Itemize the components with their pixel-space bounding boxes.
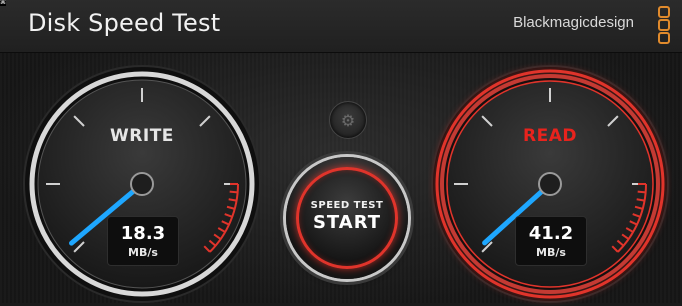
write-label: WRITE [110, 126, 174, 146]
read-label: READ [523, 126, 577, 146]
read-unit: MB/s [536, 246, 566, 259]
app-title: Disk Speed Test [28, 9, 221, 37]
window-menu-icon[interactable]: ⌘ [0, 0, 6, 6]
brand-logo-icon [658, 6, 672, 44]
read-value: 41.2 [528, 223, 574, 244]
read-hub [538, 172, 562, 196]
write-hub [130, 172, 154, 196]
start-button-ring[interactable]: SPEED TEST START [296, 167, 398, 269]
write-value: 18.3 [120, 223, 166, 244]
start-button[interactable]: SPEED TEST START [286, 157, 408, 279]
write-redzone-tick [229, 190, 238, 194]
write-gauge: WRITE 18.3 MB/s [20, 62, 264, 306]
start-button-label: START [312, 212, 382, 233]
read-readout: 41.2 MB/s [515, 216, 587, 266]
read-dial [431, 65, 669, 303]
read-redzone-tick [636, 198, 645, 202]
read-redzone-tick [637, 190, 646, 194]
gear-icon: ⚙ [340, 110, 356, 130]
title-bar: ⌘ Disk Speed Test Blackmagicdesign [0, 0, 682, 53]
read-gauge: READ 41.2 MB/s [428, 62, 672, 306]
settings-button[interactable]: ⚙ [329, 101, 367, 139]
start-button-caption: SPEED TEST [310, 200, 384, 211]
brand-name: Blackmagicdesign [513, 14, 634, 31]
write-readout: 18.3 MB/s [107, 216, 179, 266]
write-dial [23, 65, 261, 303]
write-redzone-tick [228, 198, 237, 202]
write-unit: MB/s [128, 246, 158, 259]
